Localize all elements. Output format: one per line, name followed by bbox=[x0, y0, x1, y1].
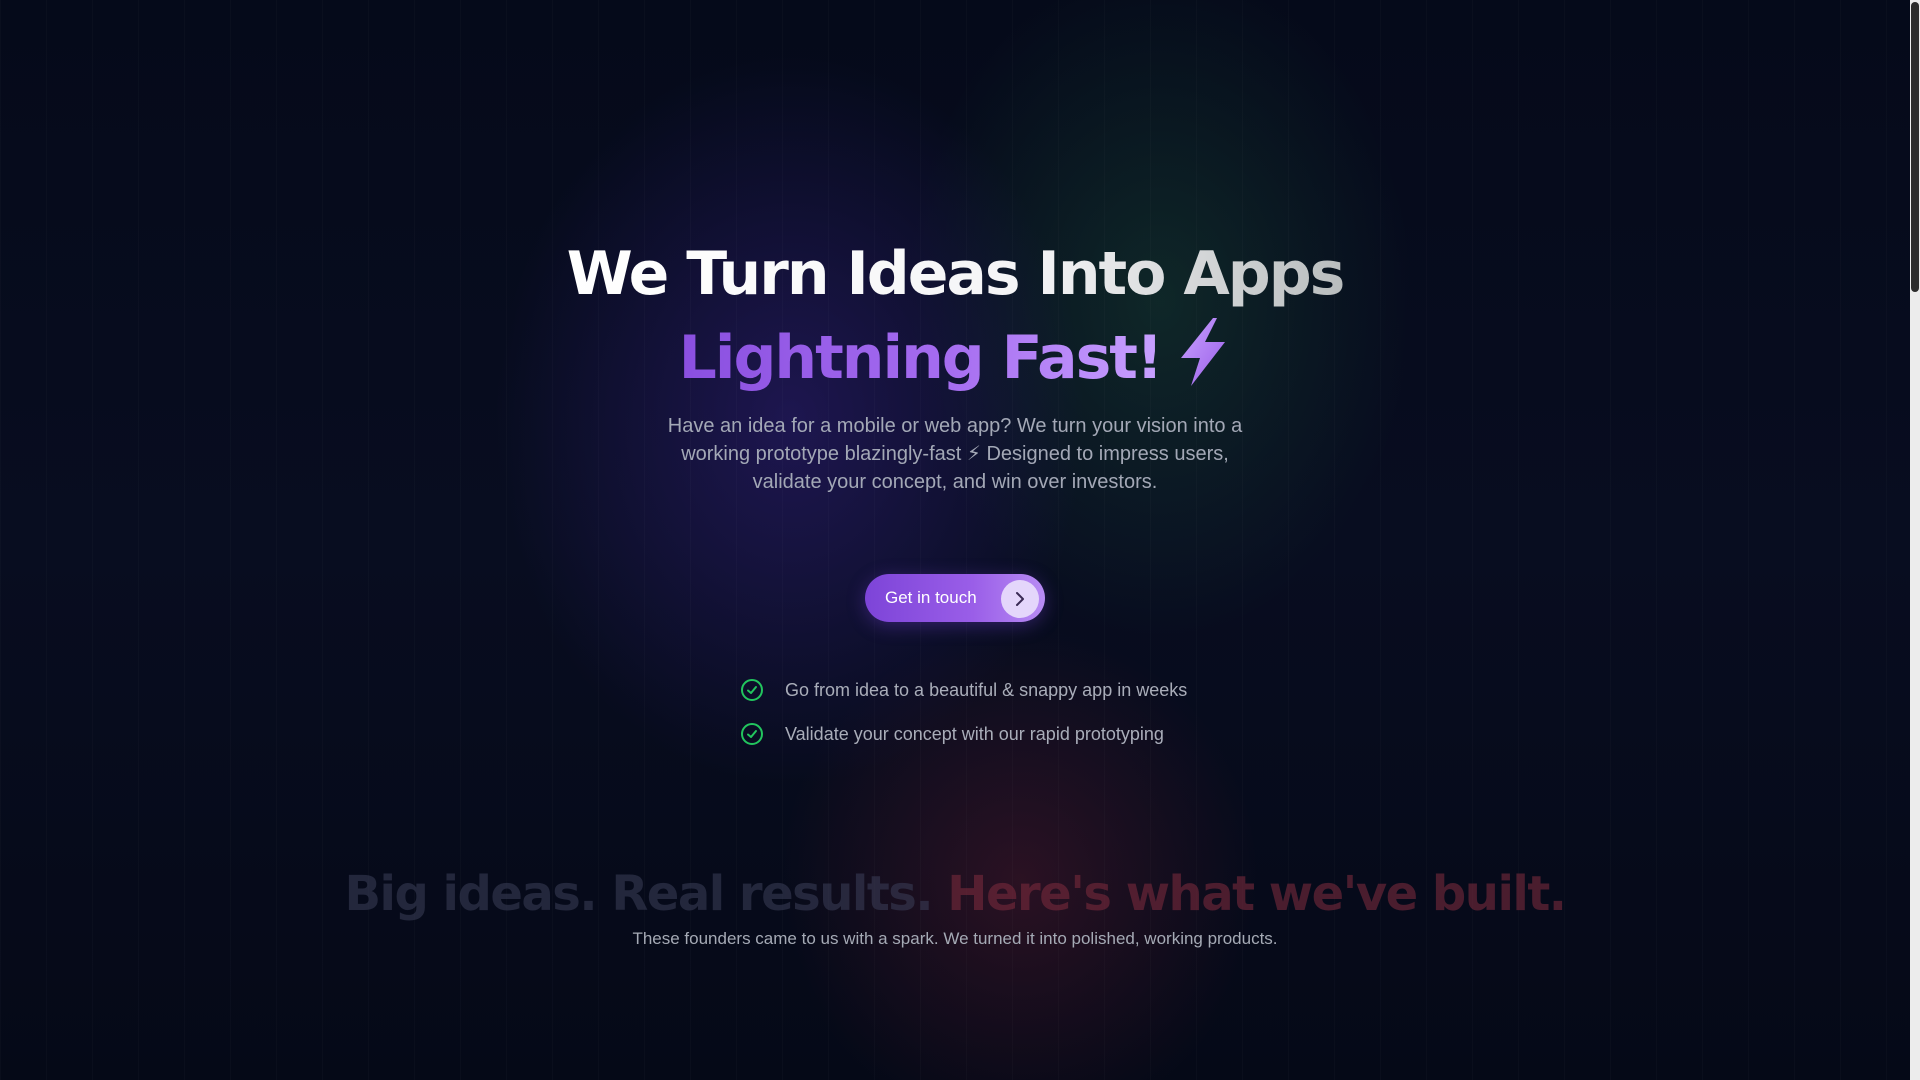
showcase-subtitle: These founders came to us with a spark. … bbox=[632, 929, 1278, 948]
check-circle-icon bbox=[740, 678, 764, 702]
hero-description: Have an idea for a mobile or web app? We… bbox=[667, 415, 1243, 493]
hero-title-line1: We Turn Ideas Into Apps bbox=[567, 232, 1346, 316]
hero-section: We Turn Ideas Into Apps Lightning Fast! … bbox=[0, 0, 1910, 1080]
showcase-title-part2: Here's what we've built. bbox=[947, 866, 1567, 922]
scrollbar-thumb[interactable] bbox=[1911, 2, 1919, 292]
feature-item: Go from idea to a beautiful & snappy app… bbox=[740, 668, 1260, 712]
get-in-touch-label: Get in touch bbox=[885, 588, 977, 607]
feature-list: Go from idea to a beautiful & snappy app… bbox=[740, 668, 1260, 756]
get-in-touch-button[interactable]: Get in touch bbox=[865, 574, 1045, 622]
feature-text: Go from idea to a beautiful & snappy app… bbox=[785, 679, 1188, 700]
landing-page: We Turn Ideas Into Apps Lightning Fast! … bbox=[0, 0, 1920, 1080]
check-circle-icon bbox=[740, 722, 764, 746]
lightning-bolt-icon bbox=[1173, 316, 1231, 388]
hero-title: We Turn Ideas Into Apps Lightning Fast! bbox=[0, 232, 1910, 400]
chevron-right-icon bbox=[1001, 580, 1039, 618]
feature-text: Validate your concept with our rapid pro… bbox=[785, 723, 1164, 744]
showcase-title-part1: Big ideas. Real results. bbox=[344, 866, 933, 922]
feature-item: Validate your concept with our rapid pro… bbox=[740, 712, 1260, 756]
showcase-title: Big ideas. Real results. Here's what we'… bbox=[0, 864, 1910, 924]
page-scrollbar[interactable] bbox=[1910, 0, 1920, 1080]
hero-title-line2: Lightning Fast! bbox=[679, 316, 1164, 400]
